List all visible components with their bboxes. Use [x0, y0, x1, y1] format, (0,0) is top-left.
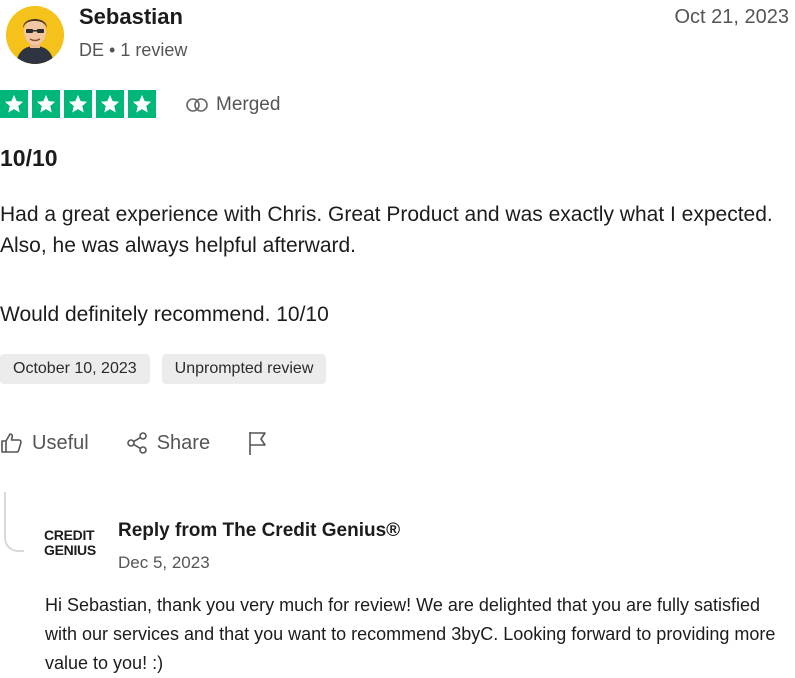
star-icon — [32, 90, 60, 118]
review-tags: October 10, 2023 Unprompted review — [0, 354, 327, 384]
review-type-badge: Unprompted review — [161, 354, 327, 384]
share-label: Share — [156, 431, 211, 454]
star-icon — [96, 90, 124, 118]
review-paragraph: Would definitely recommend. 10/10 — [0, 303, 329, 326]
reviewer-review-count: 1 review — [120, 40, 188, 60]
reply-body: Hi Sebastian, thank you very much for re… — [45, 595, 776, 673]
reply-connector — [4, 492, 24, 552]
experience-date-badge: October 10, 2023 — [0, 354, 150, 384]
reviewer-name[interactable]: Sebastian — [79, 4, 183, 30]
review-date: Oct 21, 2023 — [674, 6, 789, 28]
logo-line-2: GENIUS — [44, 542, 96, 558]
useful-button[interactable]: Useful — [0, 431, 89, 455]
thumbs-up-icon — [1, 433, 22, 453]
review-body: Had a great experience with Chris. Great… — [0, 199, 790, 368]
star-rating — [0, 90, 156, 118]
merged-label: Merged — [216, 94, 281, 115]
reply-title: Reply from The Credit Genius® — [118, 520, 401, 541]
avatar-icon — [6, 6, 64, 64]
flag-icon — [249, 432, 266, 455]
review-paragraph: Had a great experience with Chris. Great… — [0, 203, 773, 257]
report-button[interactable] — [246, 430, 270, 456]
reply-date: Dec 5, 2023 — [118, 553, 210, 572]
review-actions: Useful Share — [0, 430, 270, 456]
merged-icon — [186, 98, 208, 112]
reviewer-country: DE — [79, 40, 105, 60]
star-icon — [64, 90, 92, 118]
star-icon — [0, 90, 28, 118]
logo-line-1: CREDIT — [44, 527, 95, 543]
review-title: 10/10 — [0, 145, 58, 171]
share-icon — [126, 432, 147, 454]
merged-indicator[interactable]: Merged — [186, 94, 280, 116]
avatar[interactable] — [6, 6, 64, 64]
useful-label: Useful — [32, 431, 89, 454]
reviewer-meta: DE • 1 review — [79, 40, 187, 61]
star-icon — [128, 90, 156, 118]
meta-separator: • — [109, 40, 116, 60]
company-logo: CREDIT GENIUS — [44, 528, 106, 558]
share-button[interactable]: Share — [125, 431, 210, 455]
